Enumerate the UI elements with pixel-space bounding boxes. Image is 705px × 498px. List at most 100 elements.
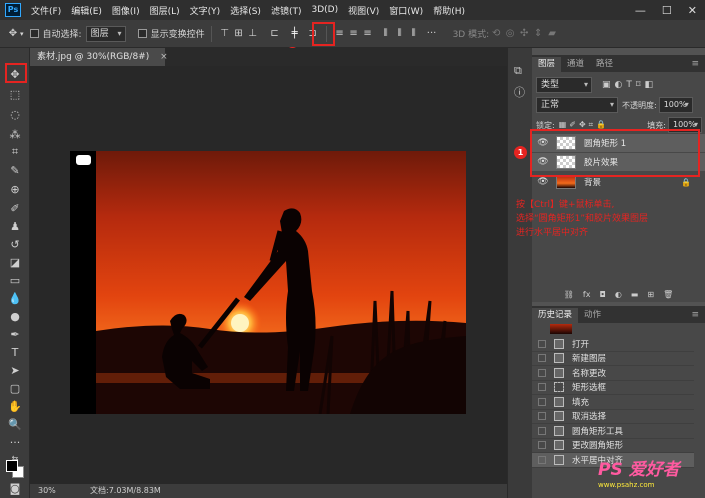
hand-tool-icon[interactable]: ✋: [7, 398, 23, 414]
menu-3d[interactable]: 3D(D): [311, 5, 338, 15]
show-transform-checkbox[interactable]: [137, 29, 147, 38]
more-tools-icon[interactable]: ···: [7, 434, 23, 450]
opacity-input[interactable]: 100%: [658, 97, 693, 113]
type-tool-icon[interactable]: T: [7, 344, 23, 360]
history-source-checkbox[interactable]: [538, 455, 546, 464]
history-source-checkbox[interactable]: [538, 426, 546, 435]
document-tab[interactable]: 素材.jpg @ 30%(RGB/8#) ×: [30, 48, 168, 66]
history-source-checkbox[interactable]: [538, 383, 546, 392]
3d-slide-icon[interactable]: ⇕: [531, 27, 545, 41]
document-canvas[interactable]: [70, 151, 466, 414]
tab-actions[interactable]: 动作: [578, 308, 607, 323]
panel-menu-icon[interactable]: ≡: [691, 57, 705, 72]
snapshot-thumbnail[interactable]: [550, 324, 572, 334]
history-source-checkbox[interactable]: [538, 412, 546, 421]
blend-mode-dropdown[interactable]: 正常: [536, 97, 618, 113]
foreground-color-swatch[interactable]: [6, 460, 18, 472]
history-item[interactable]: 取消选择: [532, 410, 694, 424]
menu-view[interactable]: 视图(V): [348, 4, 379, 17]
history-item[interactable]: 圆角矩形工具: [532, 424, 694, 439]
tool-preset-chevron-icon[interactable]: ▾: [20, 30, 24, 38]
panel-menu-icon[interactable]: ≡: [691, 308, 705, 323]
tab-close-icon[interactable]: ×: [160, 52, 168, 62]
history-item[interactable]: 矩形选框: [532, 381, 694, 395]
menu-type[interactable]: 文字(Y): [190, 4, 221, 17]
link-layers-icon[interactable]: ⛓: [564, 290, 574, 302]
zoom-level[interactable]: 30%: [38, 484, 56, 498]
history-brush-icon[interactable]: ↺: [7, 236, 23, 252]
menu-window[interactable]: 窗口(W): [389, 4, 423, 17]
gradient-tool-icon[interactable]: ▭: [7, 272, 23, 288]
history-source-checkbox[interactable]: [538, 368, 546, 377]
brush-tool-icon[interactable]: ✐: [7, 200, 23, 216]
history-item[interactable]: 名称更改: [532, 366, 694, 381]
align-top-icon[interactable]: ⊤: [218, 27, 232, 41]
document-size[interactable]: 文档:7.03M/8.83M: [90, 484, 161, 498]
filter-icons[interactable]: ▣◐T⌑◧: [602, 80, 657, 90]
auto-select-checkbox[interactable]: [29, 29, 39, 38]
move-tool-icon[interactable]: ✥: [6, 27, 20, 41]
healing-brush-icon[interactable]: ⊕: [7, 181, 23, 197]
fx-icon[interactable]: fx: [583, 290, 591, 302]
delete-layer-icon[interactable]: 🗑: [663, 290, 673, 302]
distribute-left-icon[interactable]: ⦀: [379, 27, 393, 41]
info-panel-icon[interactable]: ⓘ: [514, 84, 525, 100]
add-mask-icon[interactable]: ◘: [599, 290, 605, 302]
new-group-icon[interactable]: ▬: [631, 290, 639, 302]
more-options-icon[interactable]: ···: [425, 27, 439, 41]
blur-tool-icon[interactable]: 💧: [7, 290, 23, 306]
menu-filter[interactable]: 滤镜(T): [271, 4, 302, 17]
history-item[interactable]: 打开: [532, 337, 694, 352]
3d-scale-icon[interactable]: ▰: [545, 27, 559, 41]
menu-help[interactable]: 帮助(H): [433, 4, 465, 17]
tab-layers[interactable]: 图层: [532, 57, 562, 72]
distribute-bottom-icon[interactable]: ≡: [361, 27, 375, 41]
quick-mask-icon[interactable]: ◙: [7, 480, 23, 496]
eyedropper-tool-icon[interactable]: ✎: [7, 162, 23, 178]
minimize-icon[interactable]: —: [635, 4, 646, 17]
align-horizontal-center-icon[interactable]: ╪: [288, 27, 302, 41]
dodge-tool-icon[interactable]: ●: [7, 308, 23, 324]
properties-panel-icon[interactable]: ⧉: [514, 64, 522, 78]
history-source-checkbox[interactable]: [538, 397, 546, 406]
3d-rotate-icon[interactable]: ⟲: [489, 27, 503, 41]
history-source-checkbox[interactable]: [538, 339, 546, 348]
crop-tool-icon[interactable]: ⌗: [7, 144, 23, 160]
history-item[interactable]: 填充: [532, 395, 694, 410]
zoom-tool-icon[interactable]: 🔍: [7, 416, 23, 432]
marquee-tool-icon[interactable]: ⬚: [7, 86, 23, 102]
menu-image[interactable]: 图像(I): [112, 4, 140, 17]
history-source-checkbox[interactable]: [538, 354, 546, 363]
distribute-hcenter-icon[interactable]: ⦀: [393, 27, 407, 41]
menu-file[interactable]: 文件(F): [31, 4, 61, 17]
close-icon[interactable]: ✕: [688, 4, 697, 17]
maximize-icon[interactable]: ☐: [662, 4, 672, 17]
clone-stamp-icon[interactable]: ♟: [7, 218, 23, 234]
distribute-vcenter-icon[interactable]: ≡: [347, 27, 361, 41]
adjustment-layer-icon[interactable]: ◐: [615, 290, 622, 302]
rounded-rectangle-shape[interactable]: [76, 155, 91, 165]
menu-edit[interactable]: 编辑(E): [71, 4, 102, 17]
3d-roll-icon[interactable]: ◎: [503, 27, 517, 41]
align-left-icon[interactable]: ⊏: [268, 27, 282, 41]
menu-layer[interactable]: 图层(L): [150, 4, 180, 17]
menu-select[interactable]: 选择(S): [230, 4, 261, 17]
tab-history[interactable]: 历史记录: [532, 308, 579, 323]
path-select-tool-icon[interactable]: ➤: [7, 362, 23, 378]
3d-pan-icon[interactable]: ✣: [517, 27, 531, 41]
auto-select-dropdown[interactable]: 图层: [85, 25, 126, 42]
tab-paths[interactable]: 路径: [590, 57, 619, 72]
shape-tool-icon[interactable]: ▢: [7, 380, 23, 396]
eraser-tool-icon[interactable]: ◪: [7, 254, 23, 270]
history-item[interactable]: 更改圆角矩形: [532, 439, 694, 453]
visibility-eye-icon[interactable]: 👁: [536, 177, 550, 187]
pen-tool-icon[interactable]: ✒: [7, 326, 23, 342]
layer-kind-filter[interactable]: 类型: [536, 77, 592, 93]
distribute-right-icon[interactable]: ⦀: [407, 27, 421, 41]
tab-channels[interactable]: 通道: [561, 57, 590, 72]
quick-select-tool-icon[interactable]: ⁂: [7, 126, 23, 142]
history-item[interactable]: 新建图层: [532, 352, 694, 366]
history-source-checkbox[interactable]: [538, 441, 546, 450]
align-bottom-icon[interactable]: ⊥: [246, 27, 260, 41]
align-vertical-center-icon[interactable]: ⊞: [232, 27, 246, 41]
